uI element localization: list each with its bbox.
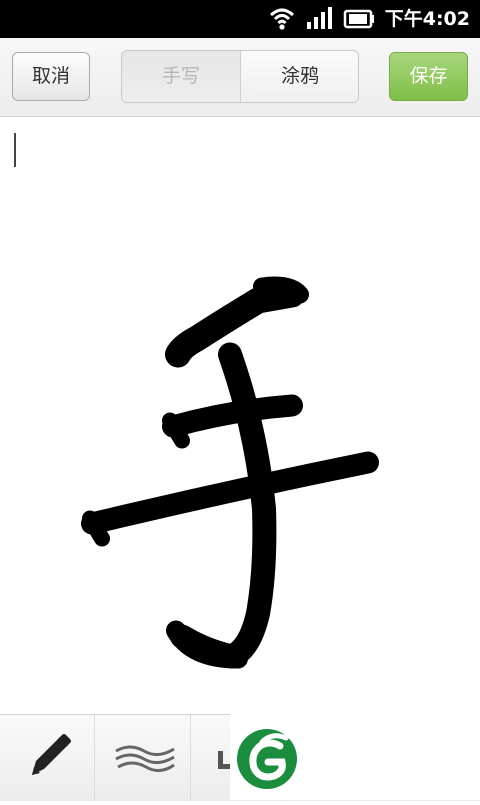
- title-bar: 取消 手写 涂鸦 保存: [0, 38, 480, 117]
- tab-doodle[interactable]: 涂鸦: [241, 51, 358, 102]
- signal-icon: [307, 7, 332, 29]
- wave-brush-icon: [115, 745, 175, 772]
- mode-switch: 手写 涂鸦: [121, 50, 359, 103]
- brush-tool-button[interactable]: [96, 715, 191, 801]
- drawing-canvas[interactable]: [0, 117, 480, 714]
- status-bar: 下午4:02: [0, 0, 480, 38]
- cancel-button[interactable]: 取消: [12, 52, 90, 101]
- wifi-icon: [269, 8, 295, 30]
- pen-tool-button[interactable]: [0, 715, 95, 801]
- save-button[interactable]: 保存: [389, 52, 468, 101]
- handwritten-stroke-drawing: [81, 276, 379, 669]
- logo-overlay: [230, 714, 480, 800]
- tab-handwriting[interactable]: 手写: [122, 51, 241, 102]
- pen-icon: [32, 734, 71, 775]
- battery-icon: [343, 9, 374, 29]
- status-time: 下午4:02: [384, 8, 470, 30]
- green-g-logo-icon: [237, 729, 297, 789]
